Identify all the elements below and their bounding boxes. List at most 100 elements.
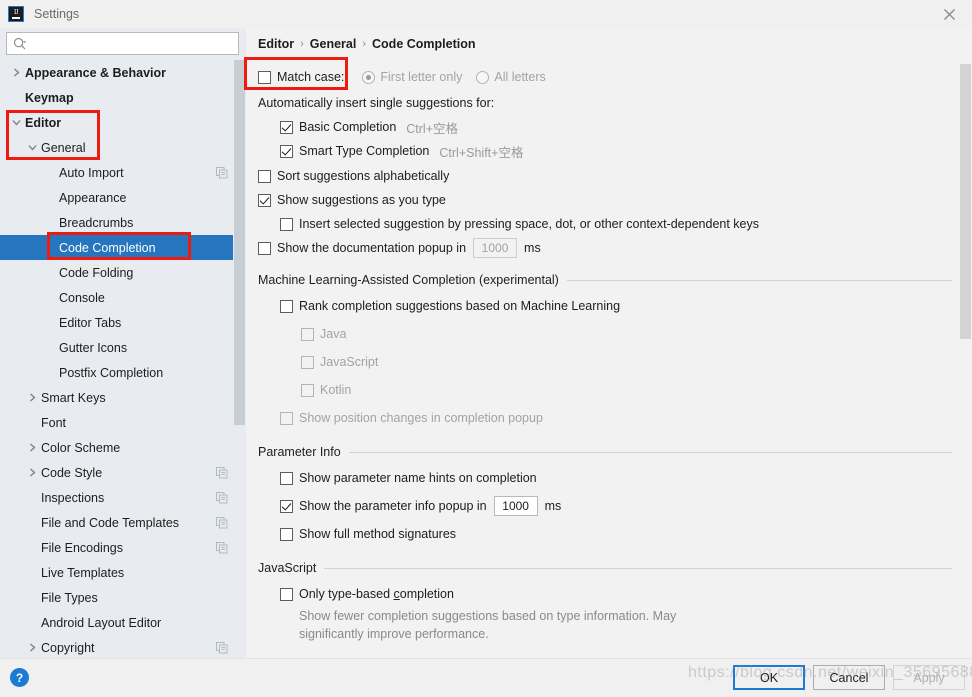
sidebar-item-label: Font: [41, 415, 67, 430]
cancel-button[interactable]: Cancel: [813, 665, 885, 690]
only-type-based-row: Only type-based completion: [280, 583, 972, 605]
show-suggestions-label: Show suggestions as you type: [277, 193, 446, 207]
chevron-down-icon[interactable]: [10, 116, 23, 129]
ml-kotlin-label: Kotlin: [320, 383, 352, 397]
all-letters-radio[interactable]: [476, 70, 490, 84]
param-name-hints-checkbox[interactable]: [280, 471, 293, 485]
insert-selected-row: Insert selected suggestion by pressing s…: [258, 213, 972, 235]
close-icon[interactable]: [926, 0, 972, 28]
copy-settings-icon[interactable]: [216, 516, 228, 529]
breadcrumb-editor[interactable]: Editor: [258, 37, 294, 51]
parameter-info-title: Parameter Info: [258, 445, 341, 459]
sidebar-item-label: File and Code Templates: [41, 515, 180, 530]
only-type-based-label-pre: Only type-based: [299, 587, 394, 601]
insert-selected-checkbox[interactable]: [280, 217, 293, 231]
sidebar-item-color-scheme[interactable]: Color Scheme: [0, 435, 246, 460]
logo-text: IJ: [13, 8, 19, 16]
sidebar-item-copyright[interactable]: Copyright: [0, 635, 246, 659]
content-scrollbar-thumb[interactable]: [960, 64, 971, 339]
sidebar-item-smart-keys[interactable]: Smart Keys: [0, 385, 246, 410]
sidebar-item-general[interactable]: General: [0, 135, 246, 160]
chevron-down-icon[interactable]: [26, 141, 39, 154]
javascript-section-divider: [324, 567, 952, 569]
ml-java-checkbox[interactable]: [301, 327, 314, 341]
sidebar-item-appearance[interactable]: Appearance: [0, 185, 246, 210]
chevron-right-icon[interactable]: [26, 441, 39, 454]
smart-type-completion-shortcut: Ctrl+Shift+空格: [439, 145, 524, 160]
copy-settings-icon[interactable]: [216, 541, 228, 554]
sidebar-item-label: Auto Import: [59, 165, 124, 180]
sidebar-scrollbar-thumb[interactable]: [234, 60, 245, 425]
copy-settings-icon[interactable]: [216, 491, 228, 504]
match-case-checkbox[interactable]: [258, 70, 271, 84]
sidebar-scrollbar-track[interactable]: [233, 60, 246, 659]
breadcrumb-separator-icon: ›: [300, 38, 304, 50]
sort-alphabetically-row: Sort suggestions alphabetically: [258, 165, 972, 187]
sidebar-item-code-style[interactable]: Code Style: [0, 460, 246, 485]
full-method-signatures-label: Show full method signatures: [299, 527, 457, 541]
basic-completion-row: Basic Completion Ctrl+空格: [280, 116, 972, 138]
sidebar-item-file-and-code-templates[interactable]: File and Code Templates: [0, 510, 246, 535]
ml-java-label: Java: [320, 327, 347, 341]
search-field[interactable]: [6, 32, 239, 55]
sidebar-item-file-encodings[interactable]: File Encodings: [0, 535, 246, 560]
chevron-right-icon[interactable]: [26, 641, 39, 654]
apply-button[interactable]: Apply: [893, 665, 965, 690]
sidebar-item-auto-import[interactable]: Auto Import: [0, 160, 246, 185]
sidebar-item-editor-tabs[interactable]: Editor Tabs: [0, 310, 246, 335]
search-input[interactable]: [27, 34, 238, 53]
auto-insert-heading: Automatically insert single suggestions …: [258, 96, 495, 110]
sort-alphabetically-label: Sort suggestions alphabetically: [277, 169, 450, 183]
window-title: Settings: [34, 7, 80, 21]
sidebar-item-live-templates[interactable]: Live Templates: [0, 560, 246, 585]
sidebar-item-code-completion[interactable]: Code Completion: [0, 235, 246, 260]
param-info-popup-delay-input[interactable]: [493, 496, 538, 516]
settings-dialog: IJ Settings Appearance & Behavior Keymap…: [0, 0, 972, 697]
sidebar-item-breadcrumbs[interactable]: Breadcrumbs: [0, 210, 246, 235]
sidebar-item-file-types[interactable]: File Types: [0, 585, 246, 610]
chevron-right-icon[interactable]: [26, 466, 39, 479]
sidebar-item-inspections[interactable]: Inspections: [0, 485, 246, 510]
basic-completion-checkbox[interactable]: [280, 120, 293, 134]
copy-settings-icon[interactable]: [216, 466, 228, 479]
ml-javascript-row: JavaScript: [301, 351, 972, 373]
sidebar-item-code-folding[interactable]: Code Folding: [0, 260, 246, 285]
documentation-popup-checkbox[interactable]: [258, 241, 271, 255]
search-icon: [13, 37, 27, 51]
copy-settings-icon[interactable]: [216, 641, 228, 654]
only-type-based-checkbox[interactable]: [280, 587, 293, 601]
chevron-right-icon[interactable]: [26, 391, 39, 404]
smart-type-completion-checkbox[interactable]: [280, 144, 293, 158]
full-method-signatures-checkbox[interactable]: [280, 527, 293, 541]
ok-button[interactable]: OK: [733, 665, 805, 690]
ml-position-changes-checkbox[interactable]: [280, 411, 293, 425]
param-name-hints-row: Show parameter name hints on completion: [280, 467, 972, 489]
breadcrumb-general[interactable]: General: [310, 37, 357, 51]
sidebar-item-label: Keymap: [25, 90, 74, 105]
sidebar-item-gutter-icons[interactable]: Gutter Icons: [0, 335, 246, 360]
sort-alphabetically-checkbox[interactable]: [258, 169, 271, 183]
ml-kotlin-checkbox[interactable]: [301, 383, 314, 397]
intellij-logo-icon: IJ: [8, 6, 24, 22]
settings-tree[interactable]: Appearance & Behavior Keymap Editor General…: [0, 60, 246, 659]
sidebar-item-appearance-behavior[interactable]: Appearance & Behavior: [0, 60, 246, 85]
title-bar: IJ Settings: [0, 0, 972, 29]
settings-content-panel: Editor › General › Code Completion Match…: [246, 28, 972, 659]
first-letter-only-radio[interactable]: [362, 70, 376, 84]
rank-ml-checkbox[interactable]: [280, 299, 293, 313]
sidebar-item-label: Color Scheme: [41, 440, 121, 455]
param-info-popup-checkbox[interactable]: [280, 499, 293, 513]
ml-javascript-checkbox[interactable]: [301, 355, 314, 369]
sidebar-item-keymap[interactable]: Keymap: [0, 85, 246, 110]
help-button[interactable]: ?: [10, 668, 29, 687]
copy-settings-icon[interactable]: [216, 166, 228, 179]
sidebar-item-android-layout-editor[interactable]: Android Layout Editor: [0, 610, 246, 635]
content-scrollbar-track[interactable]: [959, 28, 972, 659]
sidebar-item-console[interactable]: Console: [0, 285, 246, 310]
chevron-right-icon[interactable]: [10, 66, 23, 79]
sidebar-item-editor[interactable]: Editor: [0, 110, 246, 135]
sidebar-item-font[interactable]: Font: [0, 410, 246, 435]
show-suggestions-checkbox[interactable]: [258, 193, 271, 207]
sidebar-item-postfix-completion[interactable]: Postfix Completion: [0, 360, 246, 385]
documentation-popup-delay-input[interactable]: [473, 238, 518, 258]
